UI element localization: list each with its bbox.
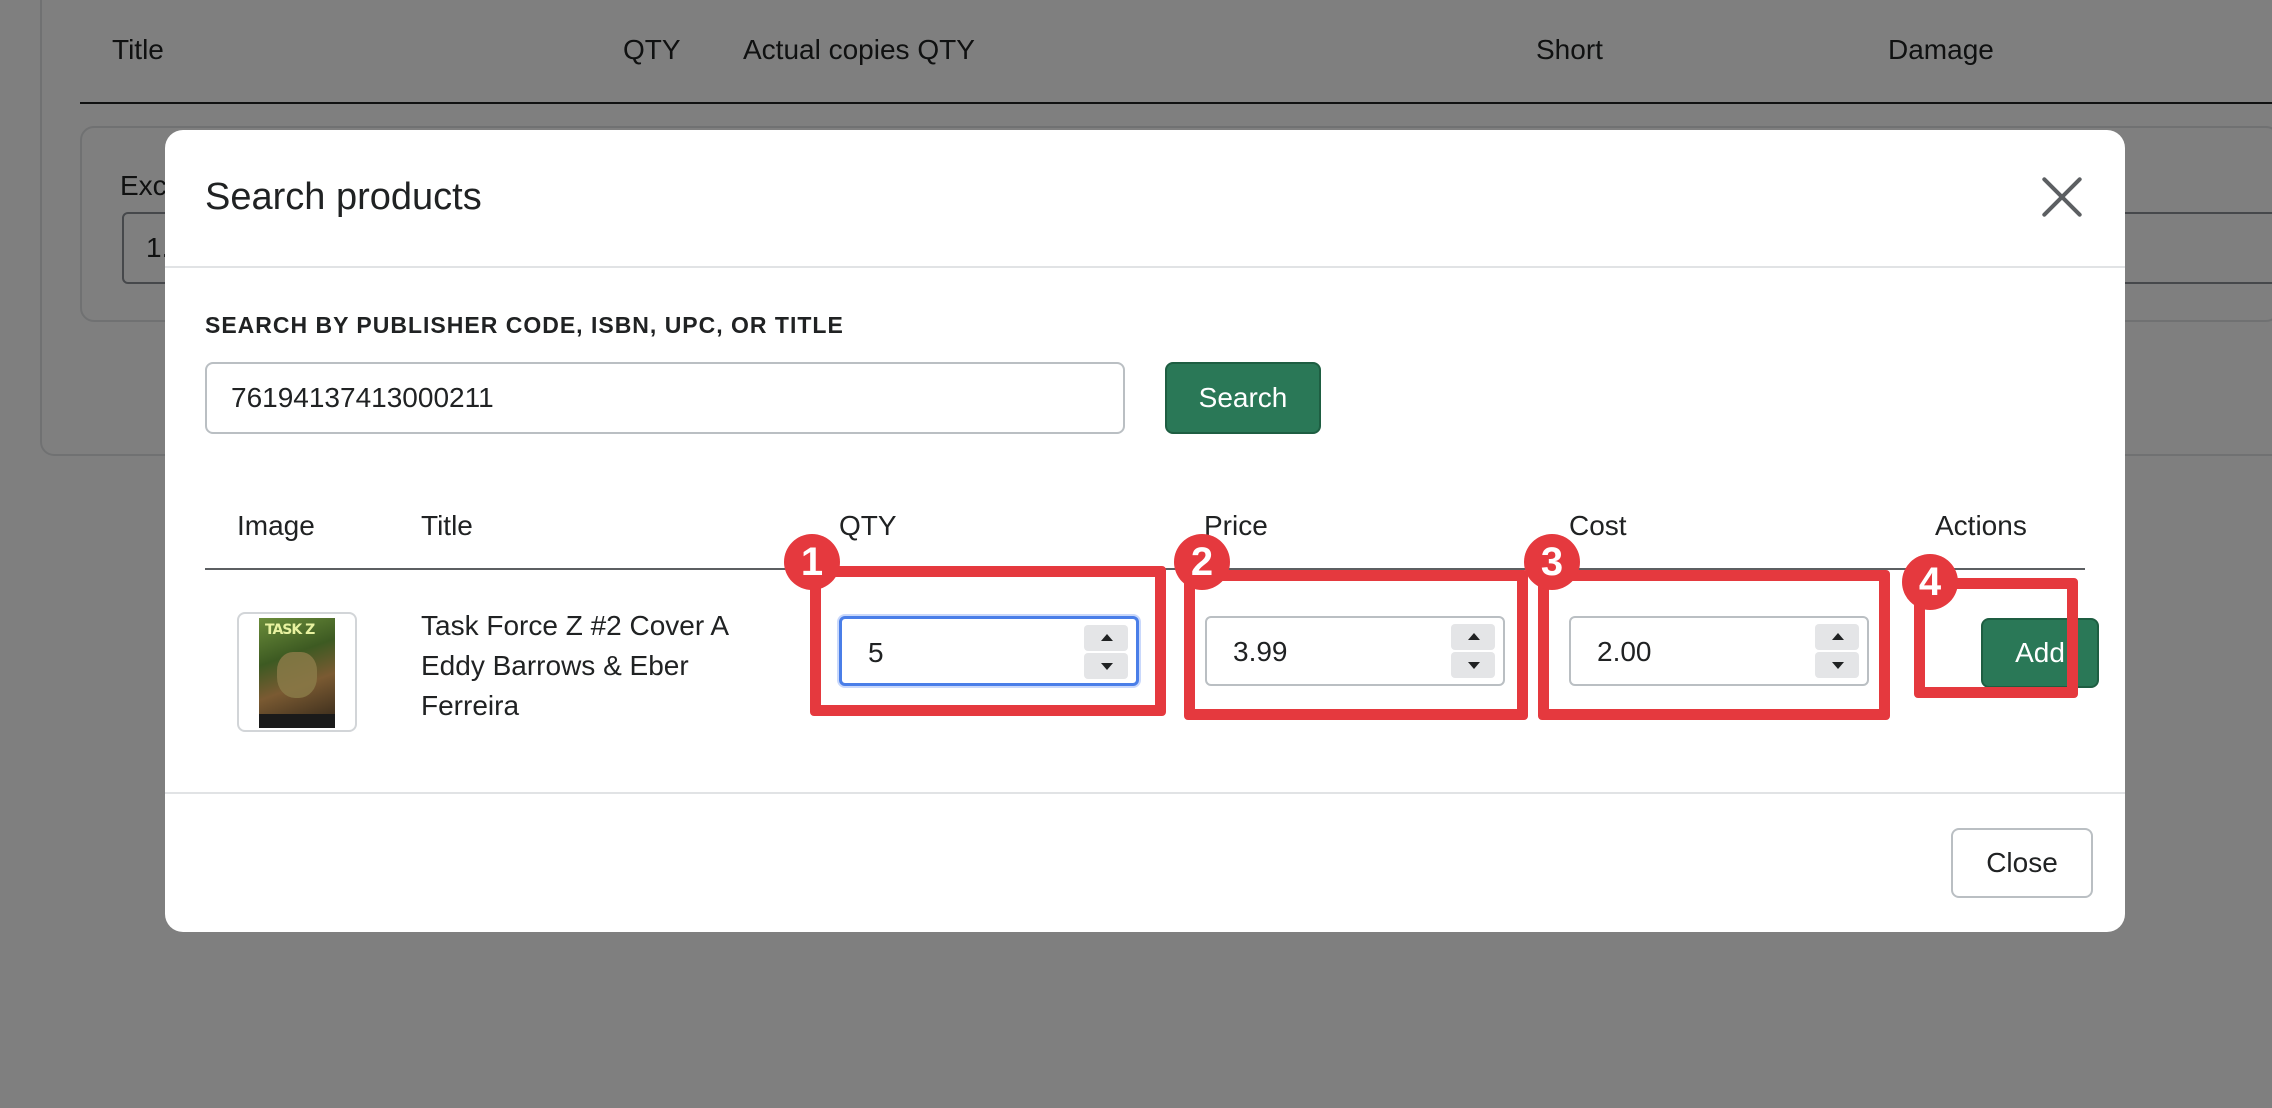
product-thumbnail: TASK Z <box>237 612 357 732</box>
header-qty: QTY <box>839 510 897 541</box>
header-title: Title <box>421 510 473 541</box>
annotation-badge-4: 4 <box>1902 554 1958 610</box>
header-cost: Cost <box>1569 510 1627 541</box>
search-products-modal: Search products SEARCH BY PUBLISHER CODE… <box>165 130 2125 932</box>
header-actions: Actions <box>1935 510 2027 541</box>
highlight-box-price <box>1184 570 1528 720</box>
annotation-badge-3: 3 <box>1524 534 1580 590</box>
search-label: SEARCH BY PUBLISHER CODE, ISBN, UPC, OR … <box>205 312 844 338</box>
close-button[interactable]: Close <box>1951 828 2093 898</box>
product-title: Task Force Z #2 Cover A Eddy Barrows & E… <box>421 610 728 721</box>
annotation-badge-1: 1 <box>784 534 840 590</box>
annotation-badge-2: 2 <box>1174 534 1230 590</box>
modal-footer: Close <box>165 794 2125 930</box>
highlight-box-qty <box>810 566 1166 716</box>
modal-title: Search products <box>205 176 482 218</box>
results-table-header: Image Title QTY Price Cost Actions <box>205 500 2085 570</box>
header-image: Image <box>237 510 315 541</box>
search-button[interactable]: Search <box>1165 362 1321 434</box>
cover-figure <box>277 652 317 698</box>
modal-header: Search products <box>165 130 2125 268</box>
comic-cover-image: TASK Z <box>259 618 335 728</box>
search-input[interactable] <box>205 362 1125 434</box>
cover-title-text: TASK Z <box>265 622 315 638</box>
cover-footer <box>259 714 335 728</box>
close-icon[interactable] <box>2039 174 2085 220</box>
highlight-box-cost <box>1538 570 1890 720</box>
